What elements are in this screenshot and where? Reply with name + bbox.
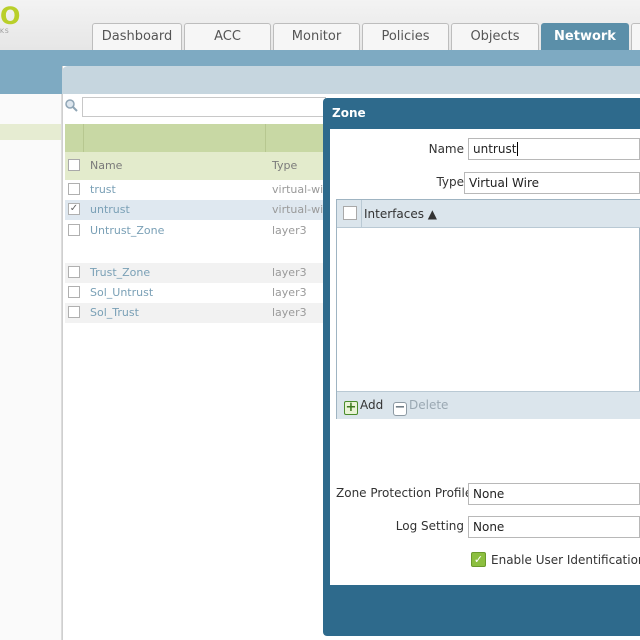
column-header-name[interactable]: Name: [90, 159, 122, 172]
row-checkbox[interactable]: [68, 183, 80, 195]
table-group-header: [65, 124, 327, 180]
tab-monitor[interactable]: Monitor: [273, 23, 360, 50]
zone-name-link[interactable]: Sol_Trust: [90, 306, 139, 319]
plus-icon: +: [344, 400, 358, 415]
text-cursor: [517, 142, 519, 156]
table-row[interactable]: Sol_Trust layer3: [65, 303, 327, 323]
enable-user-identification-label[interactable]: Enable User Identification: [491, 553, 640, 567]
tab-dashboard[interactable]: Dashboard: [92, 23, 182, 50]
name-field[interactable]: untrust: [468, 138, 640, 160]
log-setting-select[interactable]: None: [468, 516, 640, 538]
column-header-type[interactable]: Type: [272, 159, 297, 172]
row-checkbox[interactable]: [68, 224, 80, 236]
search-input[interactable]: [82, 97, 326, 117]
zone-name-link[interactable]: trust: [90, 183, 116, 196]
add-button-label: Add: [360, 398, 384, 412]
name-field-value: untrust: [473, 142, 517, 156]
main-toolbar: [62, 66, 640, 94]
table-row[interactable]: trust virtual-wire: [65, 180, 334, 200]
add-button[interactable]: + Add: [344, 398, 383, 415]
tab-acc[interactable]: ACC: [184, 23, 271, 50]
left-nav-selected-item[interactable]: [0, 124, 61, 140]
interfaces-column-header[interactable]: Interfaces ▲: [364, 207, 437, 221]
interfaces-header: Interfaces ▲: [337, 200, 640, 228]
name-label: Name: [428, 142, 464, 156]
zone-name-link[interactable]: untrust: [90, 203, 130, 216]
interfaces-toolbar: + Add − Delete: [337, 391, 640, 419]
zone-name-link[interactable]: Trust_Zone: [90, 266, 150, 279]
row-checkbox[interactable]: [68, 306, 80, 318]
app-root: O KS Dashboard ACC Monitor Policies Obje…: [0, 0, 640, 640]
type-label: Type: [436, 175, 464, 189]
left-nav-panel: [0, 94, 62, 640]
tab-policies[interactable]: Policies: [362, 23, 449, 50]
tab-network[interactable]: Network: [541, 23, 629, 50]
zone-name-link[interactable]: Sol_Untrust: [90, 286, 153, 299]
table-row[interactable]: Sol_Untrust layer3: [65, 283, 327, 303]
zone-name-link[interactable]: Untrust_Zone: [90, 224, 164, 237]
zone-type: layer3: [272, 224, 307, 237]
interfaces-select-all-checkbox[interactable]: [343, 206, 357, 220]
table-row[interactable]: ✓ untrust virtual-wire: [65, 200, 334, 220]
row-checkbox[interactable]: [68, 266, 80, 278]
search-icon[interactable]: [64, 98, 80, 114]
delete-button-label: Delete: [409, 398, 449, 412]
minus-icon: −: [393, 400, 407, 416]
select-all-checkbox[interactable]: [68, 159, 80, 171]
log-setting-label: Log Setting: [395, 519, 464, 533]
zone-type: layer3: [272, 306, 307, 319]
zone-protection-profile-select[interactable]: None: [468, 483, 640, 505]
table-row[interactable]: Trust_Zone layer3: [65, 263, 327, 283]
top-header: O KS Dashboard ACC Monitor Policies Obje…: [0, 0, 640, 50]
type-select[interactable]: Virtual Wire: [464, 172, 640, 194]
delete-button[interactable]: − Delete: [393, 398, 448, 416]
table-row[interactable]: Untrust_Zone layer3: [65, 221, 327, 263]
zone-type: layer3: [272, 286, 307, 299]
logo: O KS: [0, 2, 20, 35]
zone-type: layer3: [272, 266, 307, 279]
table-header: Name Type: [65, 152, 327, 180]
row-checkbox[interactable]: ✓: [68, 203, 80, 215]
logo-mark: O: [0, 2, 20, 30]
interfaces-grid: Interfaces ▲ + Add − Delete: [336, 199, 640, 419]
row-checkbox[interactable]: [68, 286, 80, 298]
tab-overflow[interactable]: [631, 23, 640, 50]
dialog-title[interactable]: Zone: [332, 106, 366, 120]
enable-user-identification-checkbox[interactable]: ✓: [471, 552, 486, 567]
zone-protection-profile-label: Zone Protection Profile: [336, 486, 473, 500]
column-divider: [361, 200, 362, 228]
tab-objects[interactable]: Objects: [451, 23, 539, 50]
